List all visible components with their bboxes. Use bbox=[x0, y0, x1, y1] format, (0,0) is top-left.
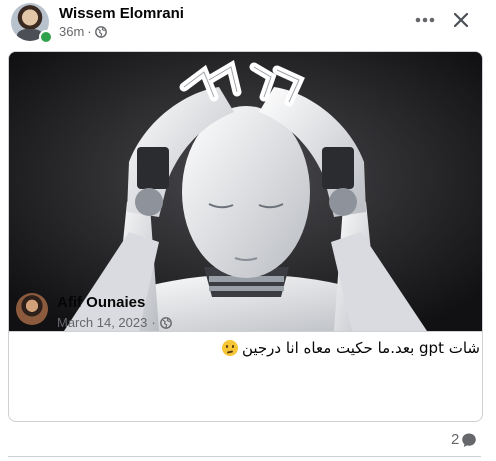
online-status-dot bbox=[39, 30, 53, 44]
globe-icon bbox=[159, 316, 172, 329]
meta-separator: · bbox=[87, 24, 92, 39]
more-options-button[interactable] bbox=[410, 6, 440, 34]
footer-divider bbox=[8, 456, 481, 457]
globe-icon bbox=[94, 25, 107, 38]
shared-post-text-content: شات gpt بعد.ما حكيت معاه انا درجين bbox=[241, 339, 480, 357]
close-icon bbox=[453, 12, 469, 28]
robot-illustration bbox=[9, 52, 482, 331]
comment-count-value: 2 bbox=[451, 431, 460, 448]
shared-post-date[interactable]: March 14, 2023 bbox=[57, 315, 147, 330]
shared-post-card[interactable] bbox=[8, 51, 483, 422]
post-meta: 36m · bbox=[59, 24, 107, 39]
shared-author-avatar[interactable] bbox=[16, 293, 48, 325]
meta-separator: · bbox=[151, 315, 156, 330]
post-header: Wissem Elomrani 36m · bbox=[0, 0, 496, 48]
shared-post-text: شات gpt بعد.ما حكيت معاه انا درجين bbox=[221, 339, 480, 357]
card-divider bbox=[9, 331, 482, 332]
shared-post-meta: March 14, 2023 · bbox=[57, 315, 172, 330]
comment-bubble-icon bbox=[462, 433, 477, 447]
confused-face-emoji bbox=[221, 340, 238, 356]
close-post-button[interactable] bbox=[447, 6, 475, 34]
more-horizontal-icon bbox=[415, 17, 435, 23]
shared-author-name[interactable]: Afif Ounaies bbox=[57, 294, 145, 311]
author-name[interactable]: Wissem Elomrani bbox=[59, 5, 184, 22]
comment-count[interactable]: 2 bbox=[451, 431, 477, 448]
post-time[interactable]: 36m bbox=[59, 24, 84, 39]
shared-post-image[interactable] bbox=[9, 52, 482, 331]
